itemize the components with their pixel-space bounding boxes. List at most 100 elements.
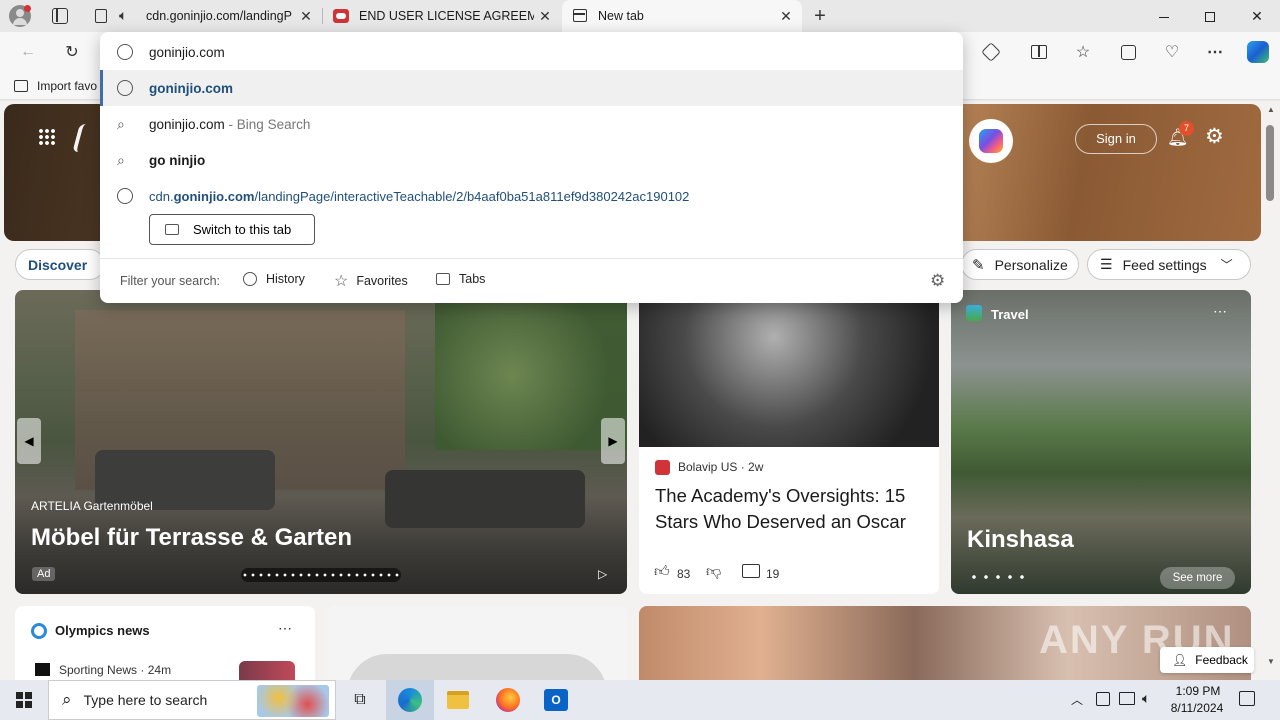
travel-card[interactable]: Travel ⋯ Kinshasa See more	[951, 290, 1251, 594]
tab-eula[interactable]: END USER LICENSE AGREEMENT ✕	[323, 0, 561, 32]
outlook-icon[interactable]: O	[532, 680, 580, 720]
firefox-icon[interactable]	[484, 680, 532, 720]
more-menu-icon[interactable]: ⋯	[1203, 40, 1227, 64]
notifications-icon[interactable]	[1239, 691, 1255, 706]
import-favorites-button[interactable]: Import favo	[14, 78, 97, 94]
feedback-label: Feedback	[1195, 653, 1248, 667]
filter-history[interactable]: History	[243, 272, 305, 286]
taskbar-search-placeholder: Type here to search	[83, 692, 208, 708]
split-screen-icon[interactable]	[1027, 40, 1051, 64]
copilot-icon[interactable]	[969, 119, 1013, 163]
ad-choices-icon[interactable]: ▷	[598, 567, 607, 581]
tab-goninjio[interactable]: 🔈︎ cdn.goninjio.com/landingP ✕	[84, 0, 322, 32]
dislike-icon[interactable]: 👎︎	[706, 563, 721, 581]
clock-time[interactable]: 1:09 PM	[1173, 684, 1223, 698]
refresh-icon[interactable]: ↻	[60, 40, 84, 64]
address-input-value[interactable]: goninjio.com	[149, 45, 225, 60]
address-bar-input[interactable]: goninjio.com	[100, 34, 963, 70]
travel-place[interactable]: Kinshasa	[967, 526, 1074, 554]
settings-gear-icon[interactable]: ⚙︎	[930, 271, 945, 291]
olympics-age: 24m	[147, 663, 172, 677]
filter-favorites[interactable]: ☆ Favorites	[334, 271, 408, 291]
travel-dots[interactable]	[968, 574, 1024, 580]
ad-label: Ad	[32, 567, 56, 581]
personalize-label: Personalize	[994, 256, 1068, 273]
clock-date[interactable]: 8/11/2024	[1166, 701, 1228, 715]
task-view-button[interactable]: ⧉	[336, 680, 384, 720]
network-icon[interactable]	[1119, 692, 1135, 705]
show-hidden-icons[interactable]: ︿	[1071, 691, 1083, 708]
settings-gear-icon[interactable]: ⚙︎	[1205, 125, 1229, 149]
search-icon: ⌕	[117, 116, 125, 132]
suggestion-text: cdn.goninjio.com/landingPage/interactive…	[149, 188, 690, 204]
ad-headline[interactable]: Möbel für Terrasse & Garten	[31, 524, 352, 552]
edge-taskbar-icon[interactable]	[386, 680, 434, 720]
carousel-next-button[interactable]: ▶	[601, 418, 625, 464]
carousel-dots[interactable]	[241, 568, 401, 582]
apps-grid-icon[interactable]	[38, 128, 56, 146]
back-arrow-icon[interactable]: ←	[16, 40, 40, 64]
card-more-icon[interactable]: ⋯	[1213, 303, 1227, 320]
speaker-icon[interactable]: 🔈︎	[119, 7, 127, 24]
import-label: Import favo	[37, 79, 98, 93]
suggestion-url-goninjio[interactable]: goninjio.com	[100, 70, 963, 106]
olympics-card[interactable]: Olympics news ⋯ Sporting News · 24m	[15, 606, 315, 680]
tab-title: cdn.goninjio.com/landingP	[146, 9, 292, 23]
news-source: Bolavip US	[678, 460, 738, 474]
news-headline[interactable]: The Academy's Oversights: 15 Stars Who D…	[655, 483, 925, 535]
suggestion-open-tab[interactable]: cdn.goninjio.com/landingPage/interactive…	[100, 178, 963, 214]
news-card[interactable]: Bolavip US · 2w The Academy's Oversights…	[639, 290, 939, 594]
new-tab-button[interactable]: +	[808, 4, 832, 28]
profile-icon[interactable]	[9, 5, 31, 27]
olympics-title: Olympics news	[55, 623, 150, 638]
globe-icon	[117, 44, 133, 60]
card-more-icon[interactable]: ⋯	[278, 620, 292, 637]
search-icon: ⌕	[117, 152, 125, 168]
feed-settings-button[interactable]: ☰ Feed settings ﹀	[1087, 249, 1251, 280]
close-window-button[interactable]: ✕	[1234, 0, 1280, 32]
browser-essentials-icon[interactable]: ♡	[1160, 40, 1184, 64]
tab-newtab[interactable]: New tab ✕	[562, 0, 802, 32]
see-more-button[interactable]: See more	[1160, 567, 1235, 589]
volume-icon[interactable]: 🔈︎	[1142, 690, 1150, 707]
start-button[interactable]	[0, 680, 48, 720]
tray-icon[interactable]	[1096, 692, 1110, 706]
suggestion-text: go ninjio	[149, 152, 206, 168]
sliders-icon: ☰	[1100, 256, 1113, 272]
personalize-button[interactable]: ✎ Personalize	[961, 249, 1079, 280]
like-icon[interactable]: 👍︎	[654, 563, 670, 581]
file-explorer-icon[interactable]	[434, 680, 482, 720]
extensions-icon[interactable]	[979, 40, 1003, 64]
news-card-2[interactable]	[327, 606, 627, 680]
close-icon[interactable]: ✕	[778, 8, 794, 24]
olympics-icon	[31, 623, 47, 639]
olympics-source: Sporting News	[59, 663, 138, 677]
suggestion-go-ninjio[interactable]: ⌕ go ninjio	[100, 142, 963, 178]
filter-tabs[interactable]: Tabs	[436, 272, 485, 286]
copilot-icon[interactable]	[1246, 40, 1270, 64]
discover-tab[interactable]: Discover	[15, 249, 105, 280]
restore-button[interactable]	[1187, 0, 1233, 32]
taskbar-search-box[interactable]: ⌕ Type here to search	[48, 680, 336, 720]
feedback-icon: 👤︎	[1172, 653, 1188, 667]
switch-to-tab-button[interactable]: Switch to this tab	[149, 214, 315, 245]
globe-icon	[117, 80, 133, 96]
feedback-button[interactable]: 👤︎ Feedback	[1160, 647, 1254, 673]
ad-card[interactable]: ◀ ▶ ARTELIA Gartenmöbel Möbel für Terras…	[15, 290, 627, 594]
comment-icon[interactable]	[742, 564, 760, 578]
sign-in-button[interactable]: Sign in	[1075, 124, 1157, 154]
tab-actions-icon[interactable]	[52, 8, 68, 24]
filter-label: Filter your search:	[120, 274, 221, 288]
close-icon[interactable]: ✕	[298, 8, 314, 24]
windows-logo-icon	[16, 692, 32, 708]
carousel-prev-button[interactable]: ◀	[17, 418, 41, 464]
favorites-star-icon[interactable]: ☆	[1071, 40, 1095, 64]
page-scrollbar[interactable]: ▲ ▼	[1262, 101, 1280, 680]
scrollbar-thumb[interactable]	[1266, 125, 1274, 201]
like-count: 83	[677, 567, 691, 581]
close-icon[interactable]: ✕	[537, 8, 553, 24]
minimize-button[interactable]	[1141, 0, 1187, 32]
suggestion-bing-search[interactable]: ⌕ goninjio.com - Bing Search	[100, 106, 963, 142]
pencil-icon: ✎	[972, 256, 985, 274]
collections-icon[interactable]	[1116, 40, 1140, 64]
